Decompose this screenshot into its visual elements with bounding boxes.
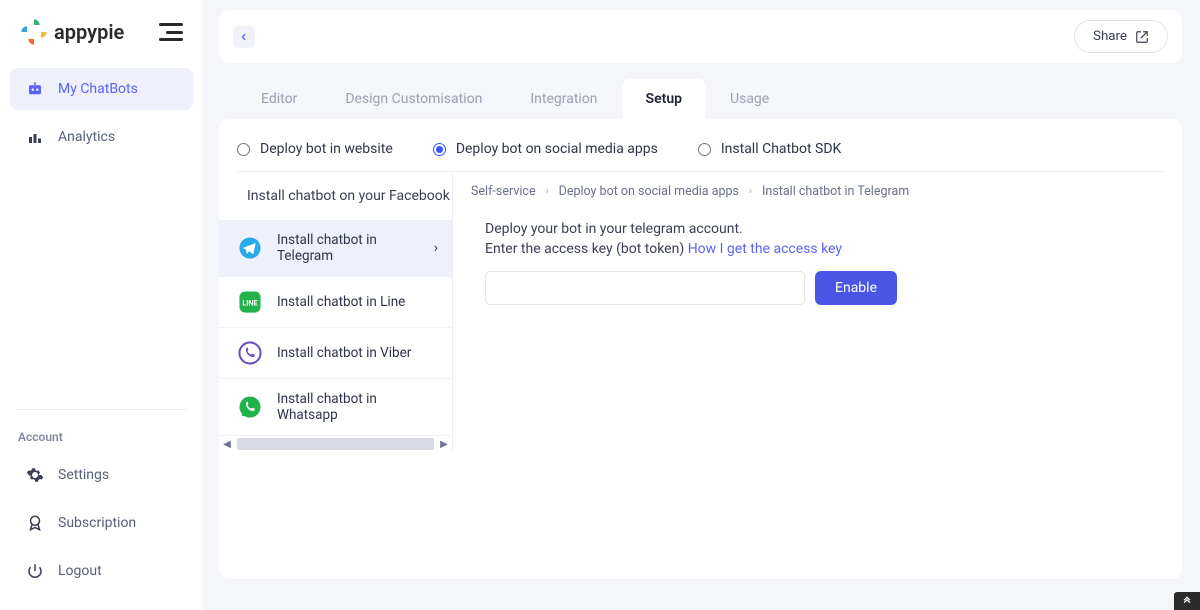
tab-integration[interactable]: Integration [506,79,621,119]
install-item-label: Install chatbot in Line [277,294,405,310]
access-key-help-link[interactable]: How I get the access key [688,241,842,257]
tab-label: Integration [530,91,597,107]
radio-icon [698,143,711,156]
main: Share Editor Design Customisation Integr… [219,10,1182,579]
deploy-option-social[interactable]: Deploy bot on social media apps [433,141,658,157]
breadcrumb-item[interactable]: Self-service [471,184,536,199]
sidebar-item-label: My ChatBots [58,81,138,97]
install-item-label: Install chatbot in Viber [277,345,411,361]
menu-toggle-icon[interactable] [159,23,183,41]
content-row: Install chatbot on your Facebook page In… [237,172,1164,452]
tab-label: Setup [646,91,682,107]
tab-editor[interactable]: Editor [237,79,321,119]
tab-usage[interactable]: Usage [706,79,793,119]
detail-line2-prefix: Enter the access key (bot token) [485,241,688,257]
sidebar-item-my-chatbots[interactable]: My ChatBots [10,68,193,110]
sidebar-item-logout[interactable]: Logout [10,550,193,592]
install-list-heading[interactable]: Install chatbot on your Facebook page [219,172,452,220]
viber-icon [237,340,263,366]
analytics-icon [26,128,44,146]
scroll-left-icon[interactable]: ◀ [221,439,233,450]
horizontal-scrollbar[interactable]: ◀ ▶ [219,436,452,452]
logo-icon [20,18,48,46]
radio-label: Install Chatbot SDK [721,141,841,157]
install-item-line[interactable]: LINE Install chatbot in Line [219,277,452,328]
sidebar-item-analytics[interactable]: Analytics [10,116,193,158]
sidebar-header: appypie [10,18,193,68]
brand-name: appypie [54,20,124,44]
tab-label: Usage [730,91,769,107]
sidebar-item-settings[interactable]: Settings [10,454,193,496]
radio-label: Deploy bot in website [260,141,393,157]
chevron-right-icon: › [434,240,438,256]
tab-label: Editor [261,91,297,107]
install-item-whatsapp[interactable]: Install chatbot in Whatsapp [219,379,452,436]
sidebar-item-label: Settings [58,467,109,483]
sidebar-item-label: Logout [58,563,102,579]
detail-description-line1: Deploy your bot in your telegram account… [485,221,1164,237]
topbar: Share [219,10,1182,63]
share-button[interactable]: Share [1074,20,1168,53]
radio-label: Deploy bot on social media apps [456,141,658,157]
deploy-option-website[interactable]: Deploy bot in website [237,141,393,157]
install-item-telegram[interactable]: Install chatbot in Telegram › [219,220,452,277]
line-icon: LINE [237,289,263,315]
detail-description-line2: Enter the access key (bot token) How I g… [485,241,1164,257]
share-icon [1135,30,1149,44]
svg-text:LINE: LINE [242,298,257,307]
sidebar-item-label: Analytics [58,129,115,145]
tab-label: Design Customisation [345,91,482,107]
enable-button-label: Enable [835,280,877,296]
badge-icon [26,514,44,532]
chevron-right-icon: › [546,186,549,197]
gear-icon [26,466,44,484]
scroll-track[interactable] [237,438,434,450]
brand-logo[interactable]: appypie [20,18,124,46]
radio-icon [433,143,446,156]
chevron-right-icon: › [749,186,752,197]
share-button-label: Share [1093,29,1127,44]
deploy-option-sdk[interactable]: Install Chatbot SDK [698,141,841,157]
whatsapp-icon [237,394,263,420]
install-item-viber[interactable]: Install chatbot in Viber [219,328,452,379]
token-input-row: Enable [485,271,1164,305]
tab-setup[interactable]: Setup [622,79,706,119]
breadcrumb-item[interactable]: Install chatbot in Telegram [762,184,909,199]
install-item-label: Install chatbot in Telegram [277,232,420,264]
power-icon [26,562,44,580]
enable-button[interactable]: Enable [815,271,897,305]
telegram-icon [237,235,263,261]
detail-pane: Self-service › Deploy bot on social medi… [453,172,1164,452]
bot-token-input[interactable] [485,271,805,305]
robot-icon [26,80,44,98]
sidebar-item-label: Subscription [58,515,136,531]
deploy-options: Deploy bot in website Deploy bot on soci… [237,137,1164,172]
breadcrumb-item[interactable]: Deploy bot on social media apps [559,184,739,199]
tab-design-customisation[interactable]: Design Customisation [321,79,506,119]
chevron-left-icon [239,32,249,42]
divider [16,409,187,410]
install-item-label: Install chatbot in Whatsapp [277,391,438,423]
setup-panel: Deploy bot in website Deploy bot on soci… [219,119,1182,579]
tabs: Editor Design Customisation Integration … [219,79,1182,119]
scroll-to-top-button[interactable] [1174,592,1200,610]
sidebar-item-subscription[interactable]: Subscription [10,502,193,544]
back-button[interactable] [233,26,255,48]
account-section-title: Account [10,422,193,454]
sidebar: appypie My ChatBots Analytics Account Se… [0,0,203,610]
install-list: Install chatbot on your Facebook page In… [219,172,453,452]
sidebar-account-section: Account Settings Subscription Logout [10,397,193,598]
breadcrumb: Self-service › Deploy bot on social medi… [471,184,1164,199]
chevron-up-icon [1182,596,1192,606]
scroll-right-icon[interactable]: ▶ [438,439,450,450]
radio-icon [237,143,250,156]
